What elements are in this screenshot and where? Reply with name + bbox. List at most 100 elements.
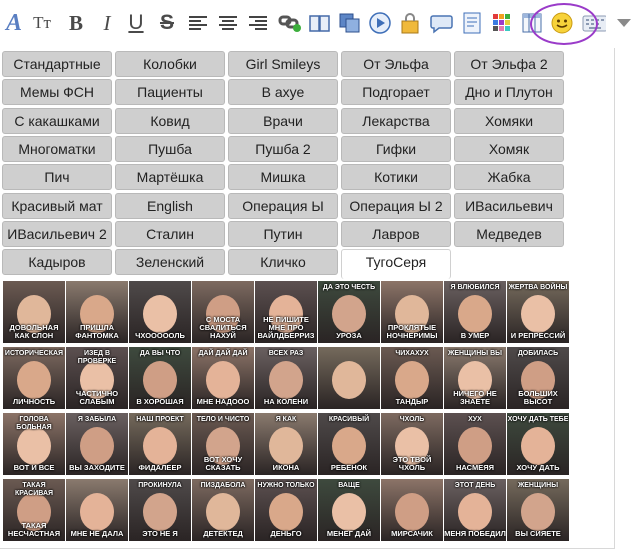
sticker-item[interactable]: дай дай дай мне надооо — [192, 347, 254, 409]
sticker-item[interactable] — [318, 347, 380, 409]
tab-6-4[interactable]: Медведев — [454, 220, 564, 247]
font-size-button[interactable]: Tт — [30, 10, 54, 36]
tab-0-1[interactable]: Колобки — [115, 51, 225, 77]
insert-video-button[interactable] — [368, 10, 392, 36]
sticker-item[interactable]: хочу дать тебе хочу дать — [507, 413, 569, 475]
sticker-item[interactable]: изед в проверке частично слабым — [66, 347, 128, 409]
underline-button[interactable]: U — [124, 10, 148, 36]
tab-1-1[interactable]: Пациенты — [115, 79, 225, 106]
sticker-item[interactable]: женщины вы ничего не знаете — [444, 347, 506, 409]
tab-7-1[interactable]: Зеленский — [115, 249, 225, 276]
sticker-item[interactable]: всех раз на колени — [255, 347, 317, 409]
tab-3-1[interactable]: Пушба — [115, 135, 225, 162]
tab-4-1[interactable]: Мартёшка — [115, 164, 225, 191]
sticker-face — [80, 493, 114, 532]
tab-6-0[interactable]: ИВасильевич 2 — [2, 220, 112, 247]
sticker-item[interactable]: прокинула это не я — [129, 479, 191, 541]
bold-button[interactable]: B — [64, 10, 88, 36]
tab-7-3[interactable]: ТугоСеря — [341, 249, 451, 280]
sticker-item[interactable]: чихахух тандыр — [381, 347, 443, 409]
tab-5-1[interactable]: English — [115, 192, 225, 219]
sticker-top-caption: жертва войны — [508, 284, 568, 291]
tab-6-3[interactable]: Лавров — [341, 220, 451, 247]
sticker-caption: в умер — [460, 331, 490, 340]
sticker-item[interactable]: чхоль это твой чхоль — [381, 413, 443, 475]
tab-6-1[interactable]: Сталин — [115, 220, 225, 247]
sticker-item[interactable]: я как икона — [255, 413, 317, 475]
tab-2-0[interactable]: С какашками — [2, 107, 112, 134]
tab-1-3[interactable]: Подгорает — [341, 79, 451, 106]
tab-3-0[interactable]: Многоматки — [2, 135, 112, 162]
sticker-item[interactable]: проклятые ночнеримы — [381, 281, 443, 343]
tab-2-4[interactable]: Хомяки — [454, 107, 564, 134]
sticker-item[interactable]: добилась больших высот — [507, 347, 569, 409]
sticker-item[interactable]: женщины вы сияете — [507, 479, 569, 541]
sticker-item[interactable]: чхоооооль — [129, 281, 191, 343]
align-right-button[interactable] — [246, 10, 270, 36]
sticker-item[interactable]: ваще менег дай — [318, 479, 380, 541]
tab-5-4[interactable]: ИВасильевич — [454, 192, 564, 219]
quote-button[interactable] — [430, 10, 454, 36]
font-color-button[interactable]: A — [2, 10, 26, 36]
sticker-item[interactable]: нужно только деньго — [255, 479, 317, 541]
tab-1-4[interactable]: Дно и Плутон — [454, 79, 564, 106]
sticker-item[interactable]: такая красивая такая несчастная — [3, 479, 65, 541]
tab-0-2[interactable]: Girl Smileys — [228, 51, 338, 77]
tab-4-3[interactable]: Котики — [341, 164, 451, 191]
tab-0-0[interactable]: Стандартные — [2, 51, 112, 77]
sticker-item[interactable]: пришла фантомка — [66, 281, 128, 343]
sticker-item[interactable]: я забыла вы заходите — [66, 413, 128, 475]
align-center-button[interactable] — [216, 10, 240, 36]
insert-link-button[interactable] — [278, 10, 302, 36]
sticker-item[interactable]: мирсачик — [381, 479, 443, 541]
tab-6-2[interactable]: Путин — [228, 220, 338, 247]
sticker-item[interactable]: красивый ребенок — [318, 413, 380, 475]
sticker-item[interactable]: я влюбился в умер — [444, 281, 506, 343]
sticker-item[interactable]: жертва войны и репрессий — [507, 281, 569, 343]
color-picker-button[interactable] — [490, 10, 514, 36]
tab-1-0[interactable]: Мемы ФСН — [2, 79, 112, 106]
italic-button[interactable]: I — [95, 10, 119, 36]
sticker-item[interactable]: да это честь уроза — [318, 281, 380, 343]
insert-media-button[interactable] — [338, 10, 362, 36]
sticker-item[interactable]: да вы что в хорошая — [129, 347, 191, 409]
tab-2-3[interactable]: Лекарства — [341, 107, 451, 134]
tab-5-0[interactable]: Красивый мат — [2, 192, 112, 219]
tab-5-3[interactable]: Операция Ы 2 — [341, 192, 451, 219]
sticker-item[interactable]: голова больная вот и все — [3, 413, 65, 475]
tab-4-2[interactable]: Мишка — [228, 164, 338, 191]
tab-5-2[interactable]: Операция Ы — [228, 192, 338, 219]
sticker-item[interactable]: историческая личность — [3, 347, 65, 409]
sticker-item[interactable]: пиздабола детектед — [192, 479, 254, 541]
tab-3-2[interactable]: Пушба 2 — [228, 135, 338, 162]
sticker-face — [17, 361, 51, 400]
sticker-item[interactable]: тело и чисто вот хочу сказать — [192, 413, 254, 475]
sticker-item[interactable]: довольная как слон — [3, 281, 65, 343]
tab-4-4[interactable]: Жабка — [454, 164, 564, 191]
sticker-caption: это твой чхоль — [392, 455, 432, 472]
tab-7-2[interactable]: Кличко — [228, 249, 338, 276]
tab-0-4[interactable]: От Эльфа 2 — [454, 51, 564, 77]
sticker-item[interactable]: этот день меня победил — [444, 479, 506, 541]
insert-image-button[interactable] — [308, 10, 332, 36]
tab-7-0[interactable]: Кадыров — [2, 249, 112, 276]
book-icon — [309, 15, 330, 32]
sticker-top-caption: прокинула — [138, 482, 182, 489]
sticker-item[interactable]: с моста свалиться нахуй — [192, 281, 254, 343]
tab-1-2[interactable]: В ахуе — [228, 79, 338, 106]
sticker-item[interactable]: наш проект фидалеер — [129, 413, 191, 475]
sticker-item[interactable]: хух насмеяя — [444, 413, 506, 475]
hide-button[interactable] — [398, 10, 422, 36]
tab-2-2[interactable]: Врачи — [228, 107, 338, 134]
tab-3-3[interactable]: Гифки — [341, 135, 451, 162]
align-left-button[interactable] — [186, 10, 210, 36]
tab-4-0[interactable]: Пич — [2, 164, 112, 191]
strikethrough-button[interactable]: S — [155, 10, 179, 36]
sticker-item[interactable]: не пишите мне про вайлдберриз — [255, 281, 317, 343]
spoiler-button[interactable] — [460, 10, 484, 36]
tab-2-1[interactable]: Ковид — [115, 107, 225, 134]
tab-3-4[interactable]: Хомяк — [454, 135, 564, 162]
sticker-item[interactable]: мне не дала — [66, 479, 128, 541]
tab-0-3[interactable]: От Эльфа — [341, 51, 451, 77]
more-dropdown-button[interactable] — [612, 10, 636, 36]
